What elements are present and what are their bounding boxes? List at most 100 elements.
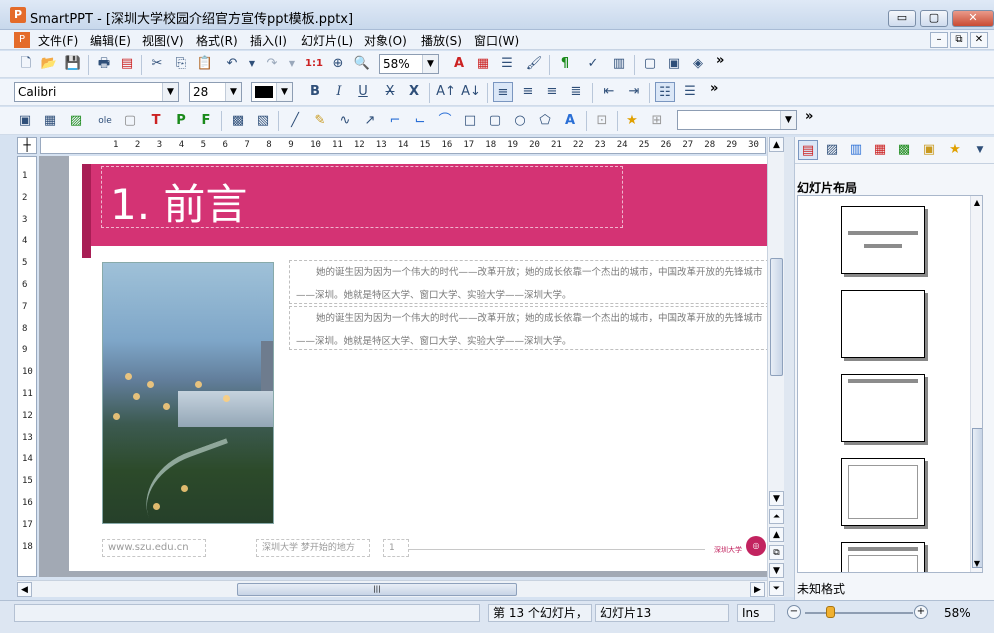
layout-centered-text[interactable] bbox=[841, 458, 925, 526]
text-box-icon[interactable]: ▦ bbox=[473, 54, 493, 74]
cut-icon[interactable]: ✂ bbox=[147, 54, 167, 74]
print-icon[interactable]: 🖶 bbox=[94, 54, 114, 74]
export-pdf-icon[interactable]: ▤ bbox=[117, 54, 137, 74]
ellipse-icon[interactable]: ○ bbox=[510, 111, 530, 131]
vertical-ruler[interactable]: 1 2 3 4 5 6 7 8 9 10 11 12 13 14 15 16 17 18 bbox=[17, 156, 37, 577]
zoom-slider-track[interactable] bbox=[805, 612, 913, 614]
align-right-icon[interactable]: ≡ bbox=[542, 82, 562, 102]
clear-format-icon[interactable]: X bbox=[404, 82, 424, 102]
next-slide-button[interactable]: ▼ bbox=[769, 563, 784, 578]
table-icon[interactable]: ▦ bbox=[40, 111, 60, 131]
body-text-box-1[interactable]: 她的诞生因为因为一个伟大的时代——改革开放；她的成长依靠一个杰出的城市，中国改革… bbox=[289, 260, 767, 304]
toolbar-overflow-button[interactable]: » bbox=[710, 81, 718, 96]
status-zoom-value[interactable]: 58% bbox=[944, 606, 971, 620]
spell-check-icon[interactable]: ✓ bbox=[583, 54, 603, 74]
navigator-button[interactable]: ⧉ bbox=[769, 545, 784, 560]
shrink-font-icon[interactable]: A↓ bbox=[461, 82, 481, 102]
layout-title-content[interactable] bbox=[841, 542, 925, 572]
slide-layout-tab-icon[interactable]: ▤ bbox=[798, 140, 818, 160]
align-left-icon[interactable]: ≡ bbox=[493, 82, 513, 102]
close-button[interactable]: ✕ bbox=[952, 10, 994, 27]
scroll-down-button[interactable]: ▼ bbox=[769, 491, 784, 506]
vertical-scroll-thumb[interactable] bbox=[770, 258, 783, 376]
pencil-icon[interactable]: ✎ bbox=[310, 111, 330, 131]
shapes-icon[interactable]: ⬠ bbox=[535, 111, 555, 131]
undo-icon[interactable]: ↶ bbox=[222, 54, 242, 74]
title-placeholder[interactable]: 1. 前言 bbox=[101, 166, 623, 229]
minimize-button[interactable]: ▭ bbox=[888, 10, 916, 27]
zoom-out-button[interactable]: − bbox=[787, 605, 801, 619]
text-frame-icon[interactable]: T bbox=[146, 111, 166, 131]
page-setup-icon[interactable]: ▣ bbox=[664, 54, 684, 74]
zoom-select[interactable]: 58% ▼ bbox=[379, 54, 439, 74]
scroll-up-button[interactable]: ▲ bbox=[769, 137, 784, 152]
menu-file[interactable]: 文件(F) bbox=[38, 32, 78, 49]
new-icon[interactable]: 🗋 bbox=[16, 54, 36, 74]
footer-slogan[interactable]: 深圳大学 梦开始的地方 bbox=[256, 539, 370, 557]
layout-blank[interactable] bbox=[841, 290, 925, 358]
menu-object[interactable]: 对象(O) bbox=[364, 32, 407, 49]
slide[interactable]: 1. 前言 她的诞生因为因为一个伟大的时代——改革开放；她的成长依靠一个杰出的城… bbox=[69, 156, 767, 571]
elbow-connector-icon[interactable]: ⌙ bbox=[410, 111, 430, 131]
font-name-select[interactable]: Calibri ▼ bbox=[14, 82, 179, 102]
ole-object-icon[interactable]: ole bbox=[95, 111, 115, 131]
animation-tab-icon[interactable]: ▣ bbox=[919, 140, 939, 160]
menu-format[interactable]: 格式(R) bbox=[196, 32, 238, 49]
ruler-corner[interactable]: ┼ bbox=[17, 137, 37, 154]
open-icon[interactable]: 📂 bbox=[39, 54, 59, 74]
save-icon[interactable]: 💾 bbox=[63, 54, 83, 74]
previous-page-button[interactable]: ⏶ bbox=[769, 509, 784, 524]
menu-view[interactable]: 视图(V) bbox=[142, 32, 184, 49]
curve-icon[interactable]: ∿ bbox=[335, 111, 355, 131]
font-size-select[interactable]: 28 ▼ bbox=[189, 82, 242, 102]
horizontal-scroll-thumb[interactable]: ||| bbox=[237, 583, 517, 596]
arrow-icon[interactable]: ↗ bbox=[360, 111, 380, 131]
increase-indent-icon[interactable]: ⇥ bbox=[624, 82, 644, 102]
frame-icon[interactable]: ▣ bbox=[15, 111, 35, 131]
template-icon[interactable]: ▢ bbox=[640, 54, 660, 74]
star-icon[interactable]: ★ bbox=[622, 111, 642, 131]
zoom-icon[interactable]: 🔍 bbox=[352, 54, 372, 74]
line-icon[interactable]: ╱ bbox=[285, 111, 305, 131]
layout-title-slide[interactable] bbox=[841, 206, 925, 274]
background-tab-icon[interactable]: ▦ bbox=[870, 140, 890, 160]
scroll-down-button[interactable]: ▼ bbox=[971, 557, 982, 571]
italic-icon[interactable]: I bbox=[329, 82, 349, 102]
menu-slide[interactable]: 幻灯片(L) bbox=[301, 32, 353, 49]
strikethrough-icon[interactable]: X bbox=[380, 82, 400, 102]
footer-page-number[interactable]: 1 bbox=[383, 539, 409, 557]
style-select[interactable]: ▼ bbox=[677, 110, 797, 130]
redo-dropdown-icon[interactable]: ▼ bbox=[282, 54, 302, 74]
paste-icon[interactable]: 📋 bbox=[195, 54, 215, 74]
effects-tab-icon[interactable]: ★ bbox=[945, 140, 965, 160]
body-text-box-2[interactable]: 她的诞生因为因为一个伟大的时代——改革开放；她的成长依靠一个杰出的城市，中国改革… bbox=[289, 306, 767, 350]
actual-size-icon[interactable]: 1:1 bbox=[304, 54, 324, 74]
menu-play[interactable]: 播放(S) bbox=[421, 32, 462, 49]
effects-icon[interactable]: ⊞ bbox=[647, 111, 667, 131]
campus-photo[interactable] bbox=[102, 262, 274, 524]
color-select[interactable]: ▼ bbox=[251, 82, 293, 102]
layers-icon[interactable]: ◈ bbox=[688, 54, 708, 74]
vertical-scrollbar[interactable]: ▲ ▼ ⏶ ▲ ⧉ ▼ ⏷ bbox=[767, 137, 784, 597]
menu-edit[interactable]: 编辑(E) bbox=[90, 32, 131, 49]
underline-icon[interactable]: U bbox=[353, 82, 373, 102]
scroll-left-button[interactable]: ◀ bbox=[17, 582, 32, 597]
rounded-rectangle-icon[interactable]: ▢ bbox=[485, 111, 505, 131]
formula-frame-icon[interactable]: F bbox=[196, 111, 216, 131]
next-page-button[interactable]: ⏷ bbox=[769, 581, 784, 596]
status-insert-mode[interactable]: Ins bbox=[737, 604, 775, 622]
menu-window[interactable]: 窗口(W) bbox=[474, 32, 519, 49]
connector-icon[interactable]: ⌐ bbox=[385, 111, 405, 131]
undo-dropdown-icon[interactable]: ▼ bbox=[242, 54, 262, 74]
horizontal-ruler[interactable]: 1 2 3 4 5 6 7 8 9 10 11 12 13 14 15 16 17 18 19 20 21 22 23 24 2… bbox=[40, 137, 766, 154]
mdi-minimize-button[interactable]: – bbox=[930, 32, 948, 48]
numbered-list-icon[interactable]: ☰ bbox=[680, 82, 700, 102]
image-icon[interactable]: ▨ bbox=[66, 111, 86, 131]
toolbar-overflow-button[interactable]: » bbox=[716, 53, 724, 68]
layout-title-only[interactable] bbox=[841, 374, 925, 442]
slide-design-tab-icon[interactable]: ▨ bbox=[822, 140, 842, 160]
fontwork-icon[interactable]: A bbox=[560, 111, 580, 131]
panel-splitter[interactable] bbox=[784, 137, 794, 597]
horizontal-scrollbar[interactable]: ◀ ||| ▶ bbox=[17, 580, 767, 597]
statistics-icon[interactable]: ▥ bbox=[609, 54, 629, 74]
